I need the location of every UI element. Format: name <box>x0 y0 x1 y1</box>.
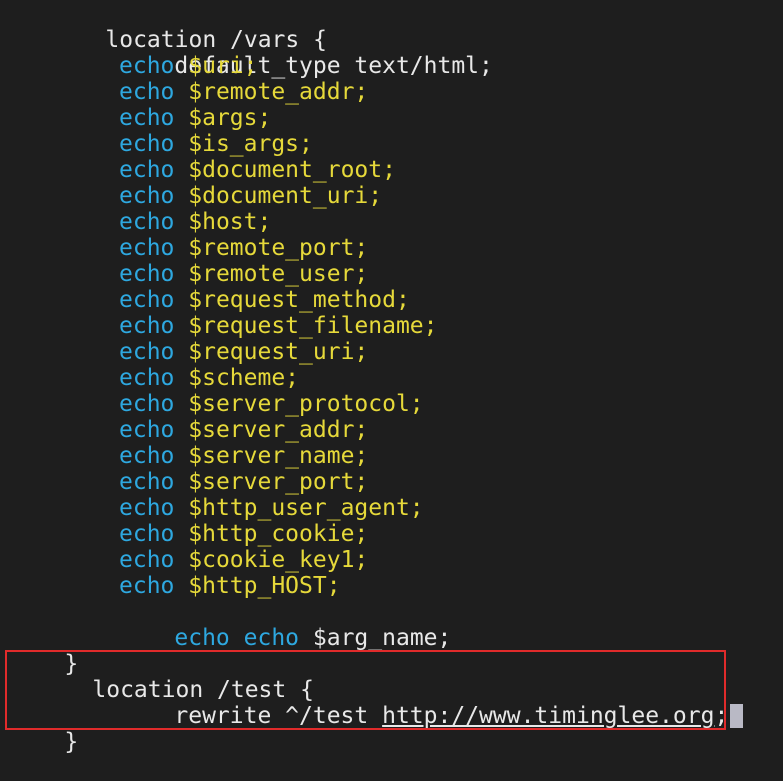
echo-keyword: echo <box>119 391 175 417</box>
echo-variable: $args; <box>188 105 272 131</box>
echo-variable: $remote_port; <box>188 235 369 261</box>
echo-keyword: echo <box>243 625 300 651</box>
echo-variable: $is_args; <box>188 131 313 157</box>
echo-line: echo $http_HOST; <box>119 573 341 599</box>
echo-line: echo $document_uri; <box>119 183 382 209</box>
echo-variable: $document_uri; <box>188 183 383 209</box>
echo-variable: $server_addr; <box>188 417 369 443</box>
echo-keyword: echo <box>119 365 175 391</box>
text-cursor <box>730 704 744 728</box>
echo-line: echo $request_filename; <box>119 313 438 339</box>
echo-variable: $http_HOST; <box>188 573 341 599</box>
echo-keyword: echo <box>119 339 175 365</box>
vars-location-header: location /vars { <box>50 1 327 53</box>
echo-keyword: echo <box>119 261 175 287</box>
echo-line: echo $remote_addr; <box>119 79 368 105</box>
echo-keyword: echo <box>119 573 175 599</box>
echo-variable: $server_name; <box>188 443 369 469</box>
echo-variable: $http_user_agent; <box>188 495 424 521</box>
echo-line: echo $http_cookie; <box>119 521 368 547</box>
highlight-box <box>5 650 726 730</box>
echo-variable: $arg_name; <box>312 625 452 651</box>
echo-keyword: echo <box>119 313 175 339</box>
echo-keyword: echo <box>119 209 175 235</box>
echo-variable: $request_filename; <box>188 313 438 339</box>
echo-keyword: echo <box>119 287 175 313</box>
echo-line: echo $server_protocol; <box>119 391 424 417</box>
echo-line: echo $remote_port; <box>119 235 368 261</box>
echo-variable: $http_cookie; <box>188 521 369 547</box>
echo-keyword: echo <box>119 547 175 573</box>
echo-keyword: echo <box>119 469 175 495</box>
echo-variable: $scheme; <box>188 365 300 391</box>
echo-keyword: echo <box>119 53 175 79</box>
echo-variable: $remote_user; <box>188 261 369 287</box>
echo-keyword: echo <box>119 495 175 521</box>
terminal-editor[interactable]: location /vars { default_type text/html;… <box>0 0 783 755</box>
echo-line: echo $args; <box>119 105 271 131</box>
echo-line: echo $is_args; <box>119 131 313 157</box>
echo-line: echo $server_name; <box>119 443 368 469</box>
echo-keyword: echo <box>119 235 175 261</box>
echo-line: echo $server_addr; <box>119 417 368 443</box>
echo-variable: $request_method; <box>188 287 410 313</box>
echo-keyword: echo <box>119 131 175 157</box>
echo-keyword: echo <box>119 157 175 183</box>
echo-line: echo $remote_user; <box>119 261 368 287</box>
echo-variable: $uri; <box>188 53 258 79</box>
echo-variable: $host; <box>188 209 272 235</box>
echo-line: echo $request_method; <box>119 287 410 313</box>
echo-line: echo $document_root; <box>119 157 396 183</box>
echo-line-last: echo echo $arg_name; <box>119 599 451 651</box>
vars-closing-brace: } <box>9 625 78 677</box>
echo-line: echo $cookie_key1; <box>119 547 368 573</box>
echo-variable: $document_root; <box>188 157 396 183</box>
echo-variable: $server_port; <box>188 469 369 495</box>
echo-line: echo $scheme; <box>119 365 299 391</box>
echo-keyword: echo <box>119 521 175 547</box>
echo-line: echo $request_uri; <box>119 339 368 365</box>
echo-variable: $request_uri; <box>188 339 369 365</box>
default-type-line: default_type text/html; <box>119 27 493 79</box>
echo-keyword: echo <box>174 625 230 651</box>
echo-line: echo $server_port; <box>119 469 368 495</box>
code-text: } <box>64 729 79 755</box>
echo-variable: $cookie_key1; <box>188 547 369 573</box>
echo-keyword: echo <box>119 79 175 105</box>
echo-variable: $remote_addr; <box>188 79 369 105</box>
echo-line: echo $uri; <box>119 53 258 79</box>
echo-keyword: echo <box>119 417 175 443</box>
echo-line: echo $host; <box>119 209 271 235</box>
echo-keyword: echo <box>119 105 175 131</box>
echo-variable: $server_protocol; <box>188 391 424 417</box>
echo-keyword: echo <box>119 443 175 469</box>
echo-line: echo $http_user_agent; <box>119 495 424 521</box>
echo-keyword: echo <box>119 183 175 209</box>
